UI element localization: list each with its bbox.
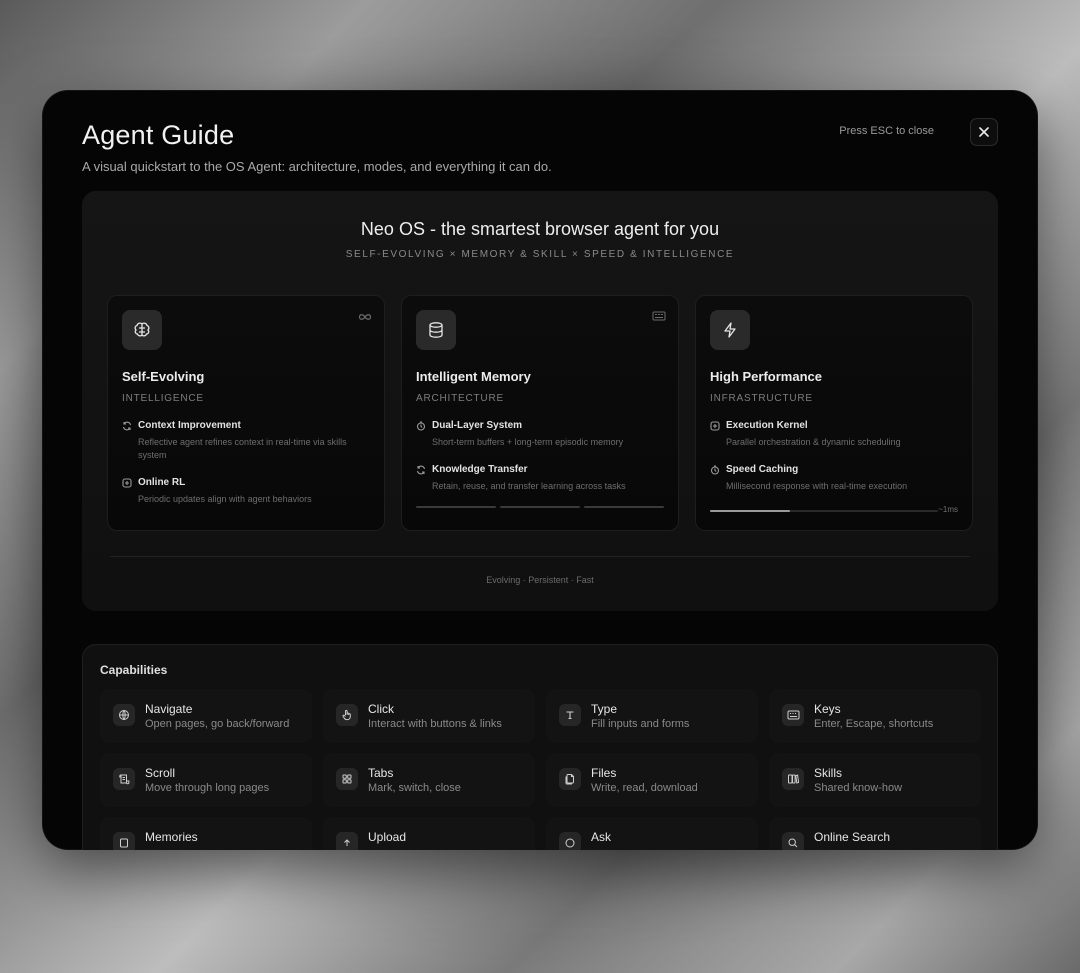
capability-ask[interactable]: Ask xyxy=(547,818,757,850)
plus-square-icon xyxy=(122,477,132,488)
capability-navigate[interactable]: Navigate Open pages, go back/forward xyxy=(101,690,311,742)
refresh-icon xyxy=(416,465,426,475)
text-icon xyxy=(559,704,581,726)
hero-tagline: SELF-EVOLVING × MEMORY & SKILL × SPEED &… xyxy=(345,249,735,260)
card-item: Online RL Periodic updates align with ag… xyxy=(122,477,370,506)
lightning-icon xyxy=(710,310,750,350)
card-item: Speed Caching Millisecond response with … xyxy=(710,464,958,493)
modal-title: Agent Guide xyxy=(82,120,235,150)
card-title: High Performance xyxy=(710,369,822,384)
close-icon xyxy=(979,127,989,137)
capability-click[interactable]: Click Interact with buttons & links xyxy=(324,690,534,742)
capability-upload[interactable]: Upload xyxy=(324,818,534,850)
memory-chip-icon xyxy=(652,308,666,326)
globe-icon xyxy=(113,704,135,726)
timer-icon xyxy=(416,420,426,431)
segment-bar xyxy=(416,506,664,508)
upload-icon xyxy=(336,832,358,850)
file-icon xyxy=(559,768,581,790)
performance-progress-label: ~1ms xyxy=(938,505,958,514)
performance-progress-bar xyxy=(710,510,938,512)
capability-type[interactable]: Type Fill inputs and forms xyxy=(547,690,757,742)
capability-memories[interactable]: Memories xyxy=(101,818,311,850)
hero-footer: Evolving · Persistent · Fast xyxy=(486,575,594,585)
performance-progress-fill xyxy=(710,510,790,512)
capability-tabs[interactable]: Tabs Mark, switch, close xyxy=(324,754,534,806)
card-item: Execution Kernel Parallel orchestration … xyxy=(710,420,958,449)
capability-online-search[interactable]: Online Search xyxy=(770,818,980,850)
hero-panel: Neo OS - the smartest browser agent for … xyxy=(82,191,998,611)
capability-skills[interactable]: Skills Shared know-how xyxy=(770,754,980,806)
card-item: Dual-Layer System Short-term buffers + l… xyxy=(416,420,664,449)
card-title: Intelligent Memory xyxy=(416,369,531,384)
capabilities-heading: Capabilities xyxy=(100,663,168,677)
card-subtitle: INTELLIGENCE xyxy=(122,393,204,404)
feature-card-high-performance: High Performance INFRASTRUCTURE Executio… xyxy=(695,295,973,531)
book-icon xyxy=(782,768,804,790)
refresh-icon xyxy=(122,421,132,431)
card-item: Knowledge Transfer Retain, reuse, and tr… xyxy=(416,464,664,493)
capability-files[interactable]: Files Write, read, download xyxy=(547,754,757,806)
capabilities-panel: Capabilities Navigate Open pages, go bac… xyxy=(82,644,998,850)
card-subtitle: ARCHITECTURE xyxy=(416,393,504,404)
tabs-icon xyxy=(336,768,358,790)
pointer-icon xyxy=(336,704,358,726)
hero-divider xyxy=(110,556,970,557)
hero-title: Neo OS - the smartest browser agent for … xyxy=(360,219,720,239)
feature-card-self-evolving: Self-Evolving INTELLIGENCE Context Impro… xyxy=(107,295,385,531)
ask-icon xyxy=(559,832,581,850)
scroll-icon xyxy=(113,768,135,790)
keyboard-icon xyxy=(782,704,804,726)
search-icon xyxy=(782,832,804,850)
esc-hint: Press ESC to close xyxy=(839,125,934,137)
card-subtitle: INFRASTRUCTURE xyxy=(710,393,813,404)
timer-icon xyxy=(710,464,720,475)
infinity-icon xyxy=(358,308,372,326)
capability-scroll[interactable]: Scroll Move through long pages xyxy=(101,754,311,806)
brain-icon xyxy=(122,310,162,350)
modal-subtitle: A visual quickstart to the OS Agent: arc… xyxy=(82,159,552,174)
card-title: Self-Evolving xyxy=(122,369,205,384)
memory-icon xyxy=(113,832,135,850)
database-icon xyxy=(416,310,456,350)
card-item: Context Improvement Reflective agent ref… xyxy=(122,420,370,462)
feature-card-intelligent-memory: Intelligent Memory ARCHITECTURE Dual-Lay… xyxy=(401,295,679,531)
agent-guide-modal: Agent Guide A visual quickstart to the O… xyxy=(42,90,1038,850)
plus-square-icon xyxy=(710,420,720,431)
capability-keys[interactable]: Keys Enter, Escape, shortcuts xyxy=(770,690,980,742)
close-button[interactable] xyxy=(970,118,998,146)
